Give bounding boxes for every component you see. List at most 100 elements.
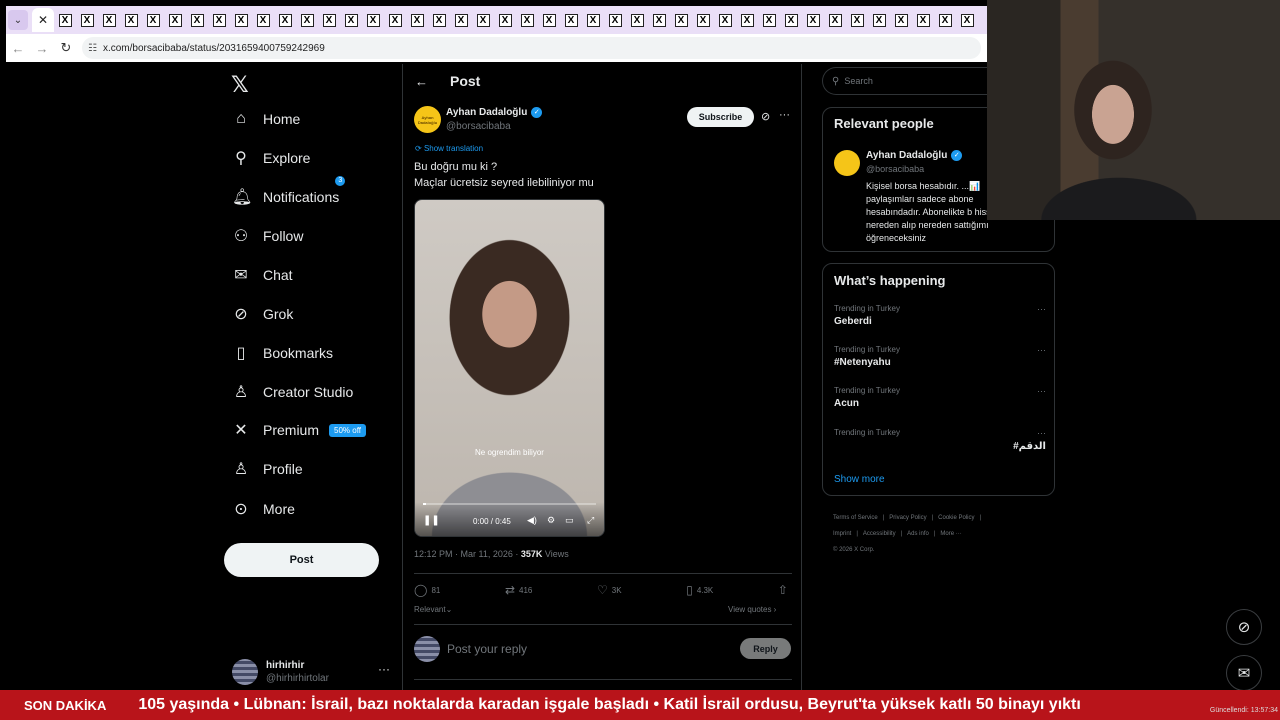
browser-tab-x-favicon-icon[interactable]: X <box>560 9 582 31</box>
browser-tab-x-favicon-icon[interactable]: X <box>296 9 318 31</box>
video-player[interactable]: Ne ogrendim biliyor ❚❚ 0:00 / 0:45 ◀) ⚙ … <box>414 199 605 537</box>
search-field[interactable]: ⚲ <box>822 67 987 95</box>
active-tab-close-icon[interactable]: ✕ <box>32 8 54 32</box>
browser-tab-x-favicon-icon[interactable]: X <box>274 9 296 31</box>
browser-tab-x-favicon-icon[interactable]: X <box>98 9 120 31</box>
fullscreen-icon[interactable]: ⤢ <box>587 515 594 526</box>
browser-tab-x-favicon-icon[interactable]: X <box>384 9 406 31</box>
footer-link[interactable]: Terms of Service <box>833 515 878 521</box>
browser-tab-x-favicon-icon[interactable]: X <box>802 9 824 31</box>
browser-tab-x-favicon-icon[interactable]: X <box>516 9 538 31</box>
video-progress-bar[interactable] <box>423 503 596 505</box>
browser-tab-x-favicon-icon[interactable]: X <box>714 9 736 31</box>
browser-tab-x-favicon-icon[interactable]: X <box>934 9 956 31</box>
person-name[interactable]: Ayhan Dadaloğlu <box>866 150 947 161</box>
footer-link[interactable]: Cookie Policy <box>938 515 974 521</box>
picture-in-picture-icon[interactable]: ▭ <box>565 515 574 526</box>
author-name[interactable]: Ayhan Dadaloğlu <box>446 107 527 118</box>
browser-tab-x-favicon-icon[interactable]: X <box>736 9 758 31</box>
trend-item[interactable]: Trending in Turkey Geberdi ··· <box>834 304 1046 327</box>
browser-tab-x-favicon-icon[interactable]: X <box>912 9 934 31</box>
show-more-link[interactable]: Show more <box>834 474 885 485</box>
footer-link[interactable]: Ads info <box>907 531 929 537</box>
x-logo-icon[interactable]: 𝕏 <box>231 72 249 98</box>
settings-icon[interactable]: ⚙ <box>547 515 555 526</box>
back-arrow-icon[interactable]: ← <box>415 74 428 89</box>
share-action[interactable]: ⇧ <box>778 583 792 597</box>
nav-item-profile[interactable]: ♙ Profile <box>232 454 303 484</box>
browser-tab-x-favicon-icon[interactable]: X <box>868 9 890 31</box>
browser-tab-x-favicon-icon[interactable]: X <box>780 9 802 31</box>
browser-tab-x-favicon-icon[interactable]: X <box>120 9 142 31</box>
browser-tab-x-favicon-icon[interactable]: X <box>428 9 450 31</box>
browser-tab-x-favicon-icon[interactable]: X <box>582 9 604 31</box>
browser-tab-x-favicon-icon[interactable]: X <box>318 9 340 31</box>
browser-tab-x-favicon-icon[interactable]: X <box>538 9 560 31</box>
reply-input[interactable] <box>447 640 727 658</box>
browser-tab-x-favicon-icon[interactable]: X <box>76 9 98 31</box>
browser-tab-x-favicon-icon[interactable]: X <box>340 9 362 31</box>
browser-tab-x-favicon-icon[interactable]: X <box>670 9 692 31</box>
back-icon[interactable]: ← <box>6 36 30 60</box>
footer-link[interactable]: More ··· <box>940 531 961 537</box>
browser-tab-x-favicon-icon[interactable]: X <box>230 9 252 31</box>
account-switcher[interactable]: hirhirhir @hirhirhirtolar ··· <box>232 654 392 690</box>
avatar[interactable] <box>834 150 860 176</box>
grok-icon[interactable]: ⊘ <box>761 110 770 123</box>
browser-tab-x-favicon-icon[interactable]: X <box>626 9 648 31</box>
nav-item-home[interactable]: ⌂ Home <box>232 104 300 134</box>
browser-tab-x-favicon-icon[interactable]: X <box>450 9 472 31</box>
bookmark-action[interactable]: ▯ 4.3K <box>686 583 713 597</box>
browser-tab-x-favicon-icon[interactable]: X <box>890 9 912 31</box>
footer-link[interactable]: Imprint <box>833 531 851 537</box>
author-handle[interactable]: @borsacibaba <box>446 121 511 132</box>
nav-item-explore[interactable]: ⚲ Explore <box>232 143 310 173</box>
reply-action[interactable]: ◯ 81 <box>414 583 440 597</box>
forward-icon[interactable]: → <box>30 36 54 60</box>
browser-tab-x-favicon-icon[interactable]: X <box>142 9 164 31</box>
footer-link[interactable]: Privacy Policy <box>889 515 926 521</box>
search-input[interactable] <box>844 76 965 86</box>
view-quotes-link[interactable]: View quotes › <box>728 605 776 614</box>
more-horizontal-icon[interactable]: ··· <box>1037 428 1046 438</box>
author-name-row[interactable]: Ayhan Dadaloğlu ✓ <box>446 107 543 118</box>
browser-tab-x-favicon-icon[interactable]: X <box>494 9 516 31</box>
nav-item-grok[interactable]: ⊘ Grok <box>232 299 293 329</box>
browser-tab-x-favicon-icon[interactable]: X <box>208 9 230 31</box>
nav-item-creator-studio[interactable]: ♙ Creator Studio <box>232 377 353 407</box>
browser-tab-x-favicon-icon[interactable]: X <box>692 9 714 31</box>
browser-tab-x-favicon-icon[interactable]: X <box>648 9 670 31</box>
browser-tab-x-favicon-icon[interactable]: X <box>604 9 626 31</box>
more-horizontal-icon[interactable]: ··· <box>1037 304 1046 314</box>
url-field[interactable]: ☷ x.com/borsacibaba/status/2031659400759… <box>82 37 981 59</box>
trend-item[interactable]: Trending in Turkey #Netenyahu ··· <box>834 345 1046 368</box>
grok-icon[interactable]: ⊘ <box>1226 609 1262 645</box>
nav-item-chat[interactable]: ✉ Chat <box>232 260 292 290</box>
pause-icon[interactable]: ❚❚ <box>423 515 440 526</box>
browser-tab-x-favicon-icon[interactable]: X <box>164 9 186 31</box>
trend-item[interactable]: Trending in Turkey Acun ··· <box>834 386 1046 409</box>
author-avatar[interactable]: Ayhan Dadaloğlu <box>414 106 441 133</box>
browser-tab-x-favicon-icon[interactable]: X <box>824 9 846 31</box>
footer-link[interactable]: Accessibility <box>863 531 896 537</box>
repost-action[interactable]: ⇄ 416 <box>505 583 532 597</box>
nav-item-premium[interactable]: ✕ Premium 50% off <box>232 415 366 445</box>
reload-icon[interactable]: ↻ <box>54 36 78 60</box>
browser-tab-x-favicon-icon[interactable]: X <box>472 9 494 31</box>
browser-tab-x-favicon-icon[interactable]: X <box>362 9 384 31</box>
messages-icon[interactable]: ✉ <box>1226 655 1262 691</box>
browser-tab-x-favicon-icon[interactable]: X <box>54 9 76 31</box>
browser-tab-x-favicon-icon[interactable]: X <box>406 9 428 31</box>
post-button[interactable]: Post <box>224 543 379 577</box>
tab-list-button[interactable]: ⌄ <box>8 10 28 30</box>
post-timestamp[interactable]: 12:12 PM · Mar 11, 2026 · <box>414 549 521 559</box>
nav-item-notifications[interactable]: 🔔︎ 3 Notifications <box>232 176 346 212</box>
nav-item-follow[interactable]: ⚇ Follow <box>232 221 304 251</box>
site-info-icon[interactable]: ☷ <box>88 43 97 54</box>
more-horizontal-icon[interactable]: ··· <box>1037 386 1046 396</box>
nav-item-more[interactable]: ⊙ More <box>232 494 295 524</box>
reply-sort-dropdown[interactable]: Relevant⌄ <box>414 605 452 614</box>
nav-item-bookmarks[interactable]: ▯ Bookmarks <box>232 338 333 368</box>
browser-tab-x-favicon-icon[interactable]: X <box>758 9 780 31</box>
more-horizontal-icon[interactable]: ··· <box>378 662 390 676</box>
